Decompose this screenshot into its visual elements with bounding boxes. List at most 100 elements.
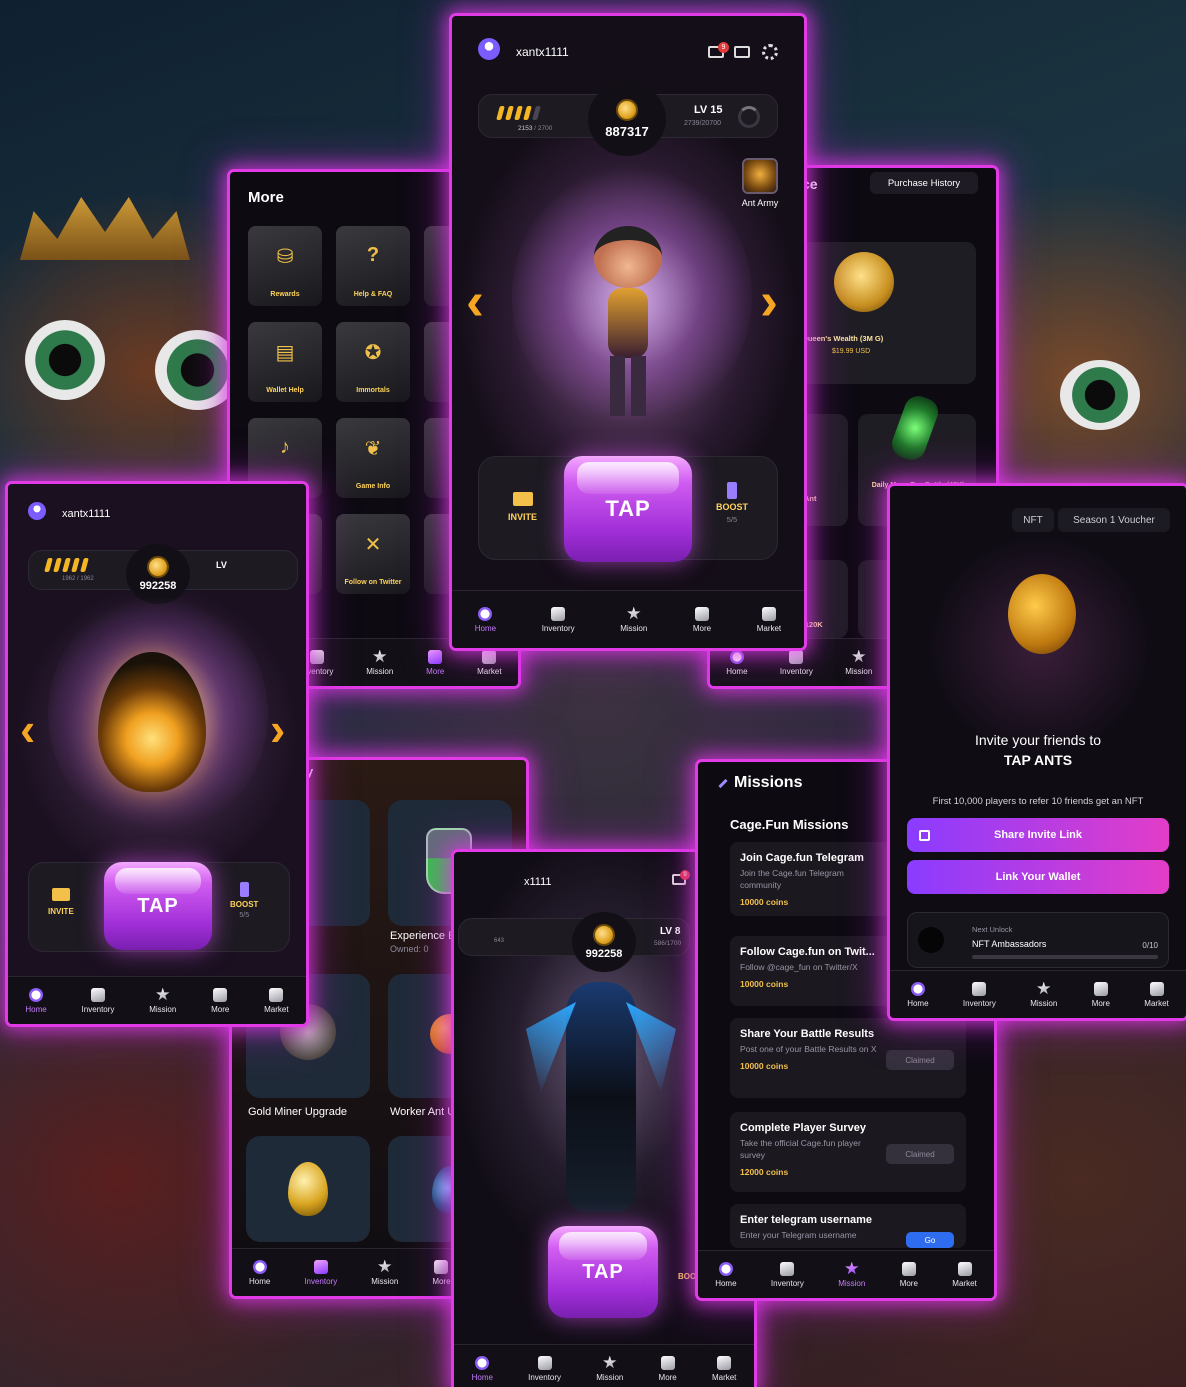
more-tile[interactable]: ✕ Follow on Twitter [336, 514, 410, 594]
background-ant-eye [25, 320, 105, 400]
more-tile[interactable]: ✪ Immortals [336, 322, 410, 402]
more-tile[interactable]: ? Help & FAQ [336, 226, 410, 306]
nav-home[interactable]: Home [907, 981, 929, 1008]
ant-queen-character[interactable] [588, 226, 668, 416]
nav-more[interactable]: More [432, 1259, 451, 1286]
chevron-right-icon[interactable]: › [760, 274, 778, 328]
market-item-queens-wealth[interactable]: Queen's Wealth (3M G) $19.99 USD [798, 242, 976, 384]
nav-more[interactable]: More [1092, 981, 1110, 1008]
avatar[interactable] [478, 38, 500, 60]
home-icon [729, 649, 744, 664]
nav-inventory[interactable]: Inventory [528, 1355, 561, 1382]
tile-label: Follow on Twitter [344, 579, 402, 586]
inventory-item-golden-egg[interactable] [246, 1136, 370, 1242]
nav-mission[interactable]: Mission [596, 1355, 623, 1382]
nav-inventory[interactable]: Inventory [780, 649, 813, 676]
nav-inventory[interactable]: Inventory [771, 1261, 804, 1288]
nav-mission[interactable]: Mission [371, 1259, 398, 1286]
character-legs [610, 356, 646, 416]
chevron-right-icon[interactable]: › [270, 706, 285, 752]
energy-bars [496, 106, 541, 120]
go-button[interactable]: Go [906, 1232, 954, 1248]
nav-inventory[interactable]: Inventory [542, 606, 575, 633]
tab-nft[interactable]: NFT [1012, 508, 1054, 532]
mission-card[interactable]: Enter telegram username Enter your Telegr… [730, 1204, 966, 1248]
avatar[interactable] [28, 502, 46, 520]
coin-icon [616, 99, 638, 121]
green-bottle-image [888, 392, 942, 464]
nav-more[interactable]: More [659, 1355, 677, 1382]
boost-button[interactable]: BOOST 5/5 [230, 882, 258, 919]
username: xantx1111 [62, 508, 111, 520]
link-wallet-button[interactable]: Link Your Wallet [907, 860, 1169, 894]
nav-market[interactable]: Market [757, 606, 781, 633]
nav-more[interactable]: More [900, 1261, 918, 1288]
mission-card[interactable]: Share Your Battle Results Post one of you… [730, 1018, 966, 1098]
nav-market[interactable]: Market [952, 1261, 977, 1288]
nav-market[interactable]: Market [1144, 981, 1169, 1008]
ant-army-icon [742, 158, 778, 194]
nav-more[interactable]: More [693, 606, 711, 633]
tile-label: Rewards [270, 291, 300, 298]
heart-icon [918, 927, 944, 953]
tap-button[interactable]: TAP [548, 1226, 658, 1318]
star-icon [378, 1259, 392, 1273]
home-icon [910, 981, 925, 996]
share-invite-link-button[interactable]: Share Invite Link [907, 818, 1169, 852]
nav-mission[interactable]: Mission [149, 987, 176, 1014]
energy-text: 2153 / 2700 [518, 125, 553, 132]
nav-mission[interactable]: Mission [845, 649, 872, 676]
more-tile[interactable]: ⛁ Rewards [248, 226, 322, 306]
chevron-left-icon[interactable]: ‹ [466, 274, 484, 328]
nav-market[interactable]: Market [264, 987, 289, 1014]
more-tile[interactable]: ❦ Game Info [336, 418, 410, 498]
coin-count: 992258 [585, 948, 623, 960]
nav-mission[interactable]: Mission [620, 606, 647, 633]
nav-market[interactable]: Market [477, 649, 502, 676]
market-icon [717, 1355, 732, 1370]
nav-inventory[interactable]: Inventory [82, 987, 114, 1014]
xp-ring [738, 106, 760, 128]
username: x1111 [524, 876, 552, 888]
golden-egg-image [288, 1162, 328, 1216]
energy-value: 643 [494, 938, 505, 944]
purchase-history-button[interactable]: Purchase History [870, 172, 978, 194]
tap-button[interactable]: TAP [104, 862, 212, 950]
nav-inventory[interactable]: Inventory [963, 981, 996, 1008]
nav-home[interactable]: Home [715, 1261, 737, 1288]
notification-badge: 9 [680, 870, 690, 880]
medal-icon: ✪ [364, 342, 382, 364]
inventory-icon [309, 649, 324, 664]
gear-icon[interactable] [762, 44, 778, 60]
nav-mission[interactable]: Mission [366, 649, 393, 676]
nav-more[interactable]: More [211, 987, 229, 1014]
mission-card[interactable]: Complete Player Survey Take the official … [730, 1112, 966, 1192]
nav-market[interactable]: Market [712, 1355, 736, 1382]
nav-home[interactable]: Home [726, 649, 748, 676]
nav-more[interactable]: More [426, 649, 444, 676]
boost-label[interactable]: BOO [678, 1272, 696, 1281]
nav-mission[interactable]: Mission [1030, 981, 1057, 1008]
nav-inventory[interactable]: Inventory [304, 1259, 337, 1286]
invite-button[interactable]: INVITE [48, 888, 74, 916]
promo-collage: More ⛁ Rewards? Help & FAQ ▤ Wallet Help ✪ Imm… [0, 0, 1186, 1387]
inventory-icon [551, 606, 566, 621]
tap-button[interactable]: TAP [564, 456, 692, 562]
more-tile[interactable]: ▤ Wallet Help [248, 322, 322, 402]
section-title: Cage.Fun Missions [730, 817, 849, 832]
nav-home[interactable]: Home [475, 606, 496, 633]
nav-mission[interactable]: Mission [838, 1261, 865, 1288]
ant-army-button[interactable]: Ant Army [740, 158, 780, 214]
nav-home[interactable]: Home [472, 1355, 493, 1382]
progress-count: 0/10 [1142, 941, 1158, 950]
nav-home[interactable]: Home [249, 1259, 270, 1286]
chevron-left-icon[interactable]: ‹ [20, 706, 35, 752]
tab-season-voucher[interactable]: Season 1 Voucher [1058, 508, 1170, 532]
nav-home[interactable]: Home [25, 987, 47, 1014]
invite-button[interactable]: INVITE [508, 492, 537, 522]
boost-button[interactable]: BOOST 5/5 [716, 482, 748, 524]
wallet-icon[interactable] [734, 46, 750, 58]
invite-heading-brand: TAP ANTS [1003, 752, 1073, 768]
pen-icon [718, 778, 728, 788]
item-price: $19.99 USD [832, 348, 871, 355]
